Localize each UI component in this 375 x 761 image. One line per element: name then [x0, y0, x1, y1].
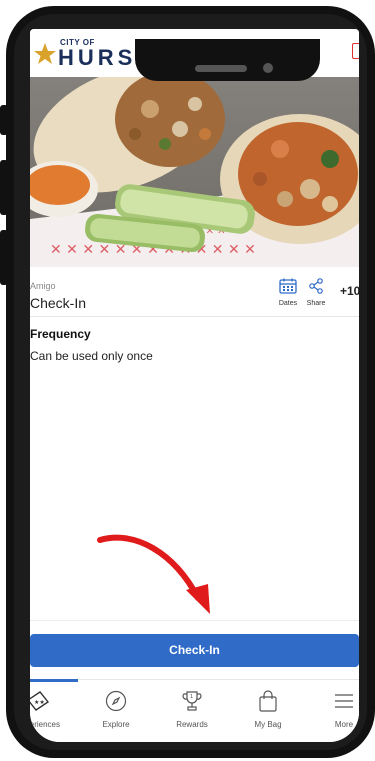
- frequency-text: Can be used only once: [30, 349, 153, 363]
- share-button[interactable]: Share: [301, 278, 331, 307]
- experience-type: Check-In: [30, 295, 87, 311]
- tab-label: My Bag: [254, 720, 282, 729]
- speaker: [195, 65, 247, 72]
- phone-mockup: ✕ ✕ ✕ ✕ ✕ ✕ ✕ ✕ ✕ ✕ ✕ ✕ ✕ ✕ ✕ ✕ ✕ ✕ ✕ ✕ …: [0, 0, 375, 761]
- app-screen: ✕ ✕ ✕ ✕ ✕ ✕ ✕ ✕ ✕ ✕ ✕ ✕ ✕ ✕ ✕ ✕ ✕ ✕ ✕ ✕ …: [30, 29, 359, 742]
- check-in-button[interactable]: Check-In: [30, 634, 359, 667]
- annotation-arrow-icon: [97, 534, 210, 614]
- tab-label: Rewards: [176, 720, 208, 729]
- dates-label: Dates: [278, 300, 298, 307]
- phone-notch: [135, 39, 320, 81]
- tab-my-bag[interactable]: My Bag: [238, 690, 298, 729]
- camera: [263, 63, 273, 73]
- compass-icon: [105, 690, 127, 712]
- star-icon: [34, 43, 56, 64]
- svg-text:1: 1: [190, 694, 193, 700]
- trophy-icon: 1: [182, 691, 202, 711]
- tab-label: Explore: [102, 720, 130, 729]
- calendar-icon: [279, 278, 297, 294]
- tab-explore[interactable]: Explore: [86, 690, 146, 729]
- share-label: Share: [306, 300, 326, 307]
- organizer-name: Amigo: [30, 281, 56, 291]
- tab-experiences[interactable]: ★★ Experiences: [30, 690, 68, 729]
- frequency-heading: Frequency: [30, 327, 91, 341]
- tab-rewards[interactable]: 1 Rewards: [162, 690, 222, 729]
- shopping-bag-icon: [259, 690, 277, 712]
- event-info-bar: Amigo Check-In Dates Share +10: [30, 272, 359, 317]
- active-tab-indicator: [30, 679, 78, 682]
- points-value: +10: [340, 284, 359, 298]
- tab-label: More: [334, 720, 354, 729]
- content-divider: [30, 620, 359, 621]
- ticket-icon: ★★: [30, 691, 50, 711]
- bottom-tab-bar: ★★ Experiences Explore 1: [30, 679, 359, 742]
- dates-button[interactable]: Dates: [273, 278, 303, 307]
- menu-icon: [335, 694, 353, 708]
- header-icon[interactable]: [352, 43, 359, 59]
- share-icon: [309, 278, 323, 294]
- tab-more[interactable]: More: [314, 690, 359, 729]
- tab-label: Experiences: [30, 720, 61, 729]
- svg-text:★★: ★★: [34, 699, 45, 706]
